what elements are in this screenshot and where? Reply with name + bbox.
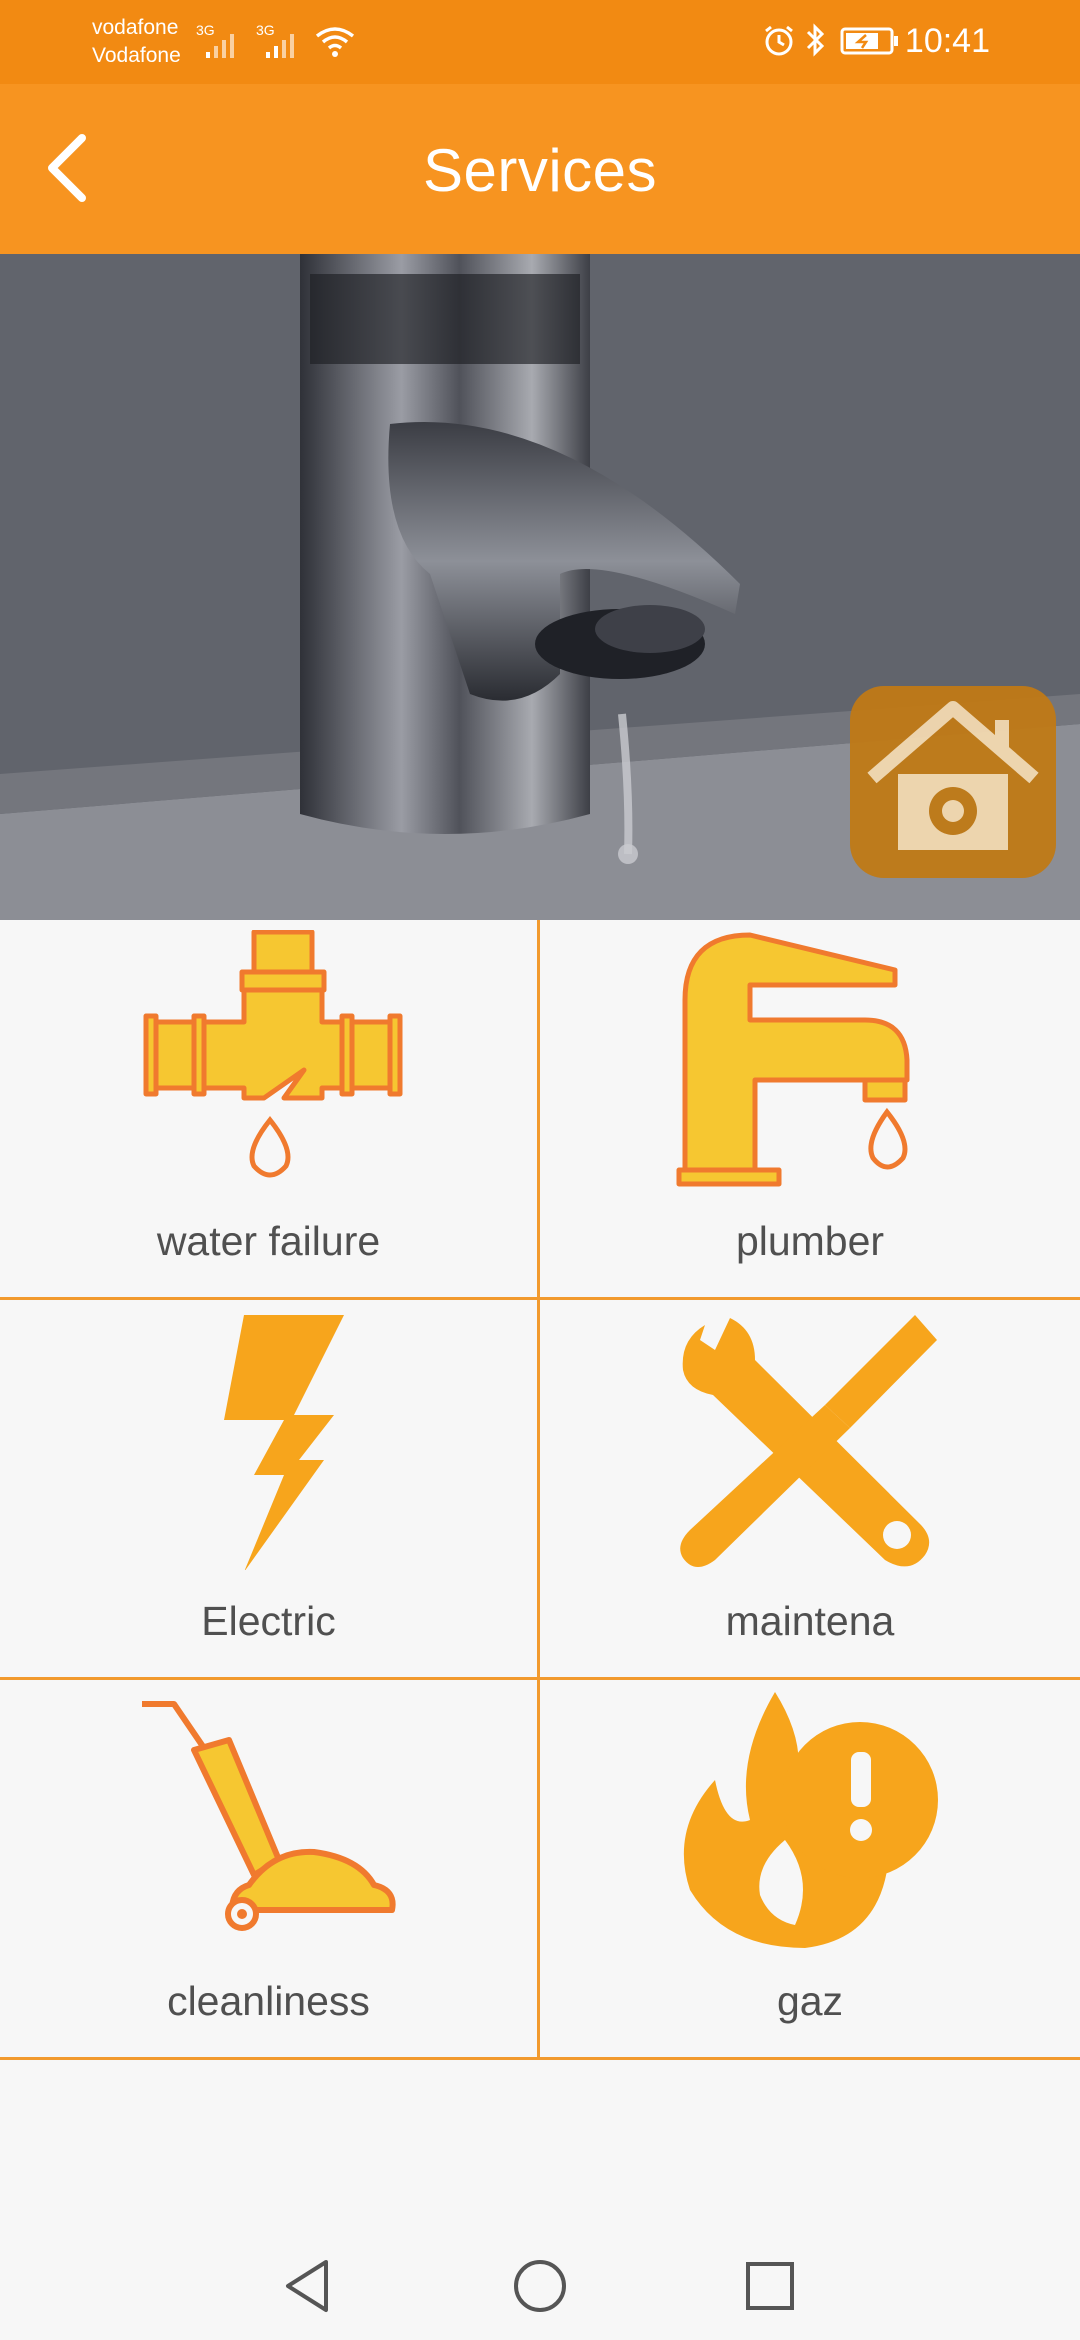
back-triangle-icon[interactable] bbox=[276, 2254, 340, 2318]
recents-square-icon[interactable] bbox=[738, 2254, 802, 2318]
bluetooth-icon bbox=[806, 23, 825, 57]
alarm-icon bbox=[765, 25, 793, 56]
home-circle-icon[interactable] bbox=[508, 2254, 572, 2318]
lightning-icon bbox=[223, 1315, 344, 1570]
service-label: cleanliness bbox=[167, 1978, 370, 2024]
service-label: water failure bbox=[156, 1218, 381, 1264]
hero-image bbox=[0, 254, 1080, 920]
service-label: Electric bbox=[201, 1598, 336, 1644]
leaking-pipe-icon bbox=[143, 930, 402, 1178]
app-toolbar: Services bbox=[0, 84, 1080, 254]
service-plumber[interactable]: plumber bbox=[540, 920, 1080, 1300]
carrier-1: vodafone bbox=[92, 16, 179, 39]
system-navigation-bar bbox=[0, 2230, 1080, 2340]
service-water-failure[interactable]: water failure bbox=[0, 920, 540, 1300]
home-service-badge[interactable] bbox=[850, 686, 1056, 878]
clock: 10:41 bbox=[904, 22, 990, 60]
battery-charging-icon bbox=[840, 27, 898, 55]
service-cleanliness[interactable]: cleanliness bbox=[0, 1680, 540, 2060]
flame-alert-icon bbox=[683, 1692, 938, 1948]
carrier-info: vodafone Vodafone bbox=[92, 14, 181, 70]
wifi-icon bbox=[315, 27, 355, 57]
vacuum-icon bbox=[141, 1701, 396, 1931]
service-maintenance[interactable]: maintena bbox=[540, 1300, 1080, 1680]
service-label: maintena bbox=[725, 1598, 895, 1644]
page-title: Services bbox=[422, 137, 658, 204]
service-label: gaz bbox=[776, 1978, 844, 2024]
wrench-screwdriver-icon bbox=[680, 1315, 937, 1568]
service-electric[interactable]: Electric bbox=[0, 1300, 540, 1680]
service-label: plumber bbox=[735, 1218, 885, 1264]
faucet-icon bbox=[676, 932, 910, 1187]
carrier-2: Vodafone bbox=[92, 44, 181, 67]
status-bar: vodafone Vodafone 3G 3G 10:41 bbox=[0, 0, 1080, 84]
home-gear-icon bbox=[867, 701, 1039, 850]
service-gas[interactable]: gaz bbox=[540, 1680, 1080, 2060]
services-grid: water failure plumber Electric maintena … bbox=[0, 920, 1080, 2063]
